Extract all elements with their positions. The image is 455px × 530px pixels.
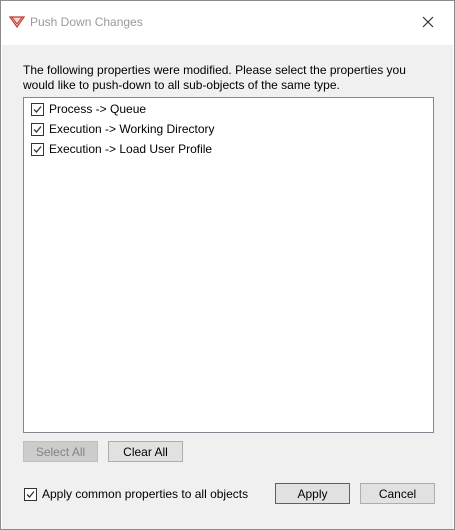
apply-common-checkbox[interactable]: [24, 487, 37, 501]
property-item-load-user-profile[interactable]: Execution -> Load User Profile: [31, 140, 212, 158]
property-item-process-queue[interactable]: Process -> Queue: [31, 100, 146, 118]
select-all-button[interactable]: Select All: [23, 441, 98, 462]
instruction-message: The following properties were modified. …: [23, 63, 406, 92]
apply-button[interactable]: Apply: [275, 483, 350, 504]
properties-list[interactable]: Process -> Queue Execution -> Working Di…: [23, 97, 434, 433]
checkmark-icon: [26, 490, 35, 498]
checkmark-icon: [33, 145, 42, 153]
close-button[interactable]: [409, 7, 447, 39]
checkmark-icon: [33, 105, 42, 113]
window-title: Push Down Changes: [30, 15, 143, 29]
checkmark-icon: [33, 125, 42, 133]
property-item-working-directory[interactable]: Execution -> Working Directory: [31, 120, 215, 138]
apply-common-label: Apply common properties to all objects: [42, 487, 249, 501]
clear-all-button[interactable]: Clear All: [108, 441, 183, 462]
apply-common-option[interactable]: Apply common properties to all objects: [24, 486, 248, 502]
property-checkbox[interactable]: [31, 122, 44, 136]
close-icon: [422, 16, 434, 31]
property-label: Execution -> Load User Profile: [49, 142, 213, 156]
push-down-changes-dialog: Push Down Changes The following properti…: [0, 0, 455, 530]
app-logo-icon: [8, 16, 26, 29]
property-checkbox[interactable]: [31, 142, 44, 156]
title-bar[interactable]: Push Down Changes: [1, 1, 454, 45]
property-label: Execution -> Working Directory: [49, 122, 215, 136]
property-label: Process -> Queue: [49, 102, 147, 116]
property-checkbox[interactable]: [31, 102, 44, 116]
cancel-button[interactable]: Cancel: [360, 483, 435, 504]
dialog-body: The following properties were modified. …: [2, 45, 453, 529]
